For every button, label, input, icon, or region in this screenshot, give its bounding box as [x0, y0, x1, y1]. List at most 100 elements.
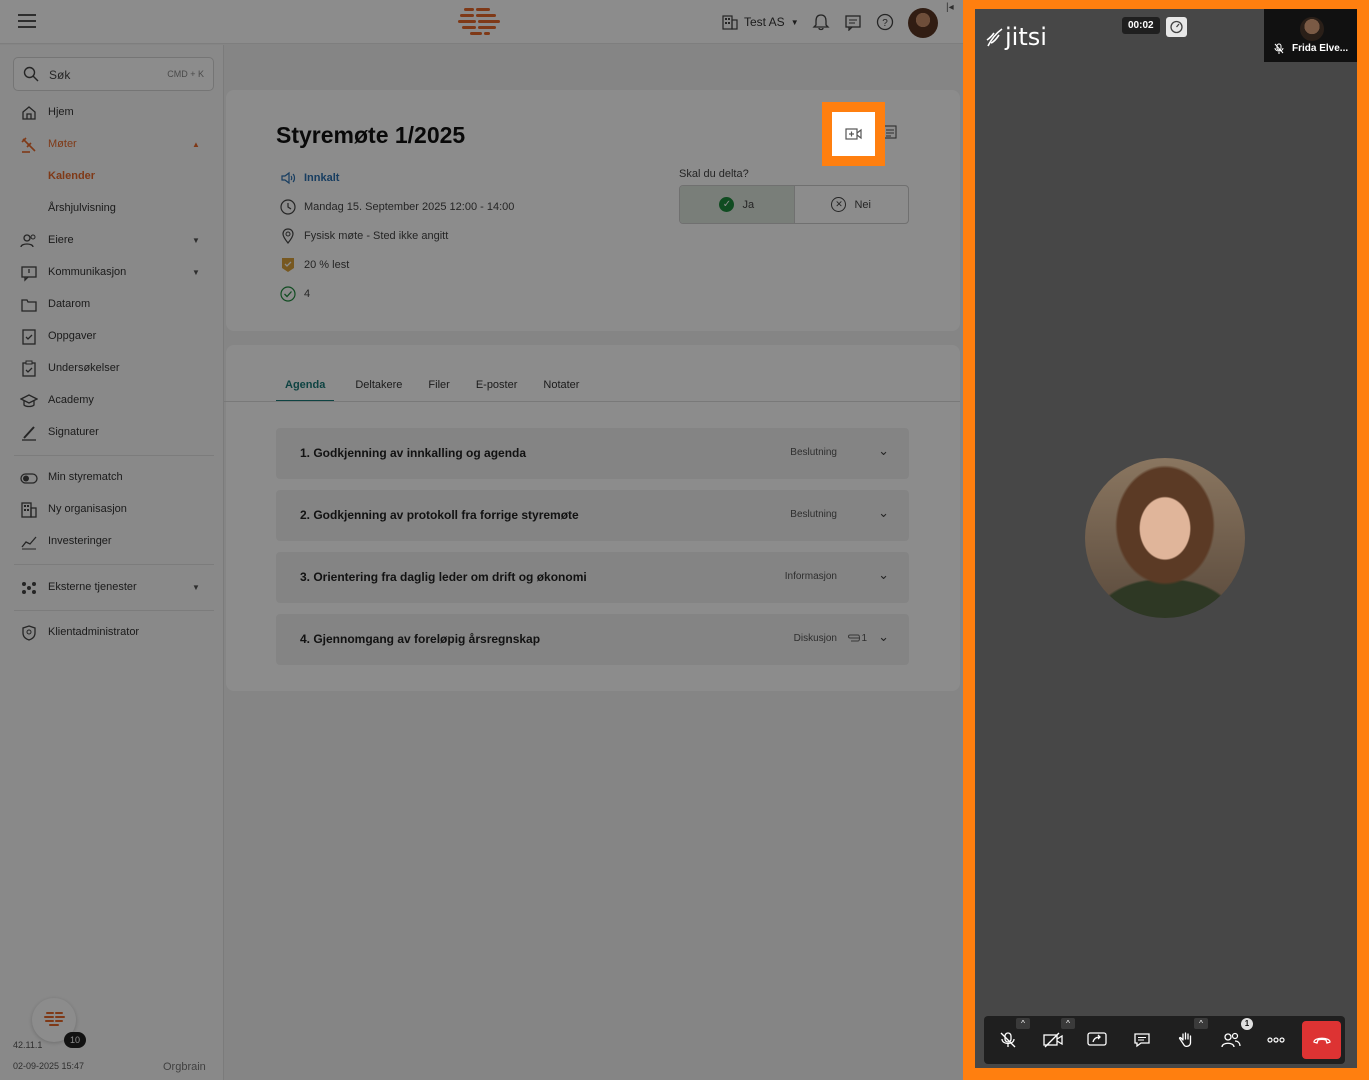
- org-switcher[interactable]: Test AS ▼: [722, 14, 799, 30]
- user-avatar[interactable]: [908, 8, 938, 38]
- start-video-button[interactable]: [832, 112, 875, 156]
- sidebar-item-arshjulvisning[interactable]: Årshjulvisning: [0, 196, 224, 222]
- orgbrain-app: Test AS ▼ ? |◂ Søk CMD + K Hjem Møter ▲ …: [0, 0, 963, 1080]
- tab-deltakere[interactable]: Deltakere: [346, 376, 411, 402]
- reactions-caret[interactable]: ^: [1194, 1018, 1208, 1029]
- agenda-item-title: 1. Godkjenning av innkalling og agenda: [300, 446, 527, 460]
- academy-icon: [20, 394, 38, 408]
- sidebar-item-eksterne-tjenester[interactable]: Eksterne tjenester ▼: [0, 575, 224, 601]
- sidebar-item-min-styrematch[interactable]: Min styrematch: [0, 465, 224, 491]
- sidebar-item-label: Oppgaver: [48, 330, 97, 342]
- sidebar-item-label: Eiere: [48, 234, 74, 246]
- status-text[interactable]: Innkalt: [304, 172, 339, 184]
- more-options-button[interactable]: [1262, 1026, 1290, 1054]
- hangup-button[interactable]: [1302, 1021, 1341, 1059]
- rsvp-yes-label: Ja: [742, 198, 755, 211]
- sidebar-item-label: Datarom: [48, 298, 91, 310]
- sidebar-item-label: Min styrematch: [48, 471, 123, 483]
- build-date: 02-09-2025 15:47: [13, 1061, 85, 1071]
- attachment-count-value: 1: [861, 633, 867, 644]
- chat-icon: [1134, 1033, 1150, 1048]
- agenda-item-title: 2. Godkjenning av protokoll fra forrige …: [300, 508, 579, 522]
- camera-button[interactable]: [1039, 1026, 1067, 1054]
- sidebar-item-label: Investeringer: [48, 535, 112, 547]
- jitsi-logo-mark: [986, 28, 1003, 47]
- sidebar-item-eiere[interactable]: Eiere ▼: [0, 228, 224, 254]
- search-input[interactable]: Søk CMD + K: [13, 57, 214, 91]
- chevron-down-icon[interactable]: ⌄: [878, 629, 889, 645]
- video-meeting-highlight: [822, 102, 885, 166]
- participants-button[interactable]: [1217, 1026, 1245, 1054]
- notification-badge: 10: [64, 1032, 86, 1048]
- search-icon: [23, 66, 39, 82]
- sidebar-item-ny-organisasjon[interactable]: Ny organisasjon: [0, 497, 224, 523]
- sidebar-item-label: Kommunikasjon: [48, 266, 127, 278]
- sidebar-item-label: Undersøkelser: [48, 362, 120, 374]
- chevron-down-icon: ▼: [192, 268, 200, 277]
- search-label: Søk: [49, 68, 71, 82]
- collapse-panel-button[interactable]: |◂: [946, 2, 962, 18]
- chat-icon[interactable]: [844, 13, 862, 31]
- chevron-down-icon: ▼: [192, 236, 200, 245]
- chevron-down-icon[interactable]: ⌄: [878, 443, 889, 459]
- bell-icon[interactable]: [812, 13, 830, 31]
- rsvp-no-button[interactable]: ✕ Nei: [795, 186, 909, 223]
- sidebar-item-investeringer[interactable]: Investeringer: [0, 529, 224, 555]
- chevron-down-icon[interactable]: ⌄: [878, 567, 889, 583]
- sidebar-item-kalender[interactable]: Kalender: [0, 164, 224, 190]
- sidebar-item-datarom[interactable]: Datarom: [0, 292, 224, 318]
- connection-indicator[interactable]: [1166, 17, 1187, 37]
- mute-button[interactable]: [994, 1026, 1022, 1054]
- tab-notater[interactable]: Notater: [534, 376, 588, 402]
- sidebar-item-academy[interactable]: Academy: [0, 388, 224, 414]
- chat-button[interactable]: [1128, 1026, 1156, 1054]
- sidebar-item-undersokelser[interactable]: Undersøkelser: [0, 356, 224, 382]
- read-text: 20 % lest: [304, 259, 350, 271]
- sidebar-item-hjem[interactable]: Hjem: [0, 100, 224, 126]
- participant-thumbnail[interactable]: Frida Elve...: [1264, 9, 1357, 62]
- screen-share-button[interactable]: [1083, 1026, 1111, 1054]
- sidebar-item-label: Ny organisasjon: [48, 503, 127, 515]
- camera-options-caret[interactable]: ^: [1061, 1018, 1075, 1029]
- agenda-item-kind: Beslutning: [790, 509, 837, 520]
- mic-options-caret[interactable]: ^: [1016, 1018, 1030, 1029]
- close-icon: ✕: [831, 197, 847, 212]
- participant-avatar: [1085, 458, 1245, 618]
- building-icon: [21, 502, 37, 518]
- screen-share-icon: [1087, 1032, 1107, 1046]
- menu-icon[interactable]: [18, 14, 36, 30]
- chevron-down-icon[interactable]: ⌄: [878, 505, 889, 521]
- sidebar-item-label: Eksterne tjenester: [48, 581, 137, 593]
- more-icon: [1267, 1037, 1285, 1043]
- sidebar-item-kommunikasjon[interactable]: Kommunikasjon ▼: [0, 260, 224, 286]
- agenda-item-kind: Beslutning: [790, 447, 837, 458]
- divider: [14, 564, 214, 565]
- tab-agenda[interactable]: Agenda: [276, 376, 335, 402]
- sidebar-item-label: Signaturer: [48, 426, 99, 438]
- sidebar-item-signaturer[interactable]: Signaturer: [0, 420, 224, 446]
- rsvp-yes-button[interactable]: ✓ Ja: [680, 186, 795, 223]
- sidebar-item-moter[interactable]: Møter ▲: [0, 132, 224, 158]
- raise-hand-button[interactable]: [1172, 1026, 1200, 1054]
- check-circle-icon: [280, 286, 296, 302]
- chevron-down-icon: ▼: [192, 583, 200, 592]
- tab-e-poster[interactable]: E-poster: [467, 376, 527, 402]
- sidebar-item-label: Kalender: [48, 170, 96, 182]
- signature-icon: [22, 426, 36, 441]
- agenda-item[interactable]: 3. Orientering fra daglig leder om drift…: [276, 552, 909, 603]
- chevron-down-icon: ▼: [790, 17, 799, 27]
- help-icon[interactable]: ?: [876, 13, 894, 31]
- tab-filer[interactable]: Filer: [419, 376, 458, 402]
- rsvp-toggle: ✓ Ja ✕ Nei: [679, 185, 909, 224]
- agenda-item[interactable]: 4. Gjennomgang av foreløpig årsregnskap …: [276, 614, 909, 665]
- sidebar-item-klientadministrator[interactable]: Klientadministrator: [0, 620, 224, 646]
- approvals-count: 4: [304, 288, 311, 300]
- agenda-item[interactable]: 1. Godkjenning av innkalling og agenda B…: [276, 428, 909, 479]
- gavel-icon: [21, 137, 36, 153]
- agenda-item[interactable]: 2. Godkjenning av protokoll fra forrige …: [276, 490, 909, 541]
- orgbrain-logo: [458, 8, 500, 35]
- divider: [224, 401, 960, 402]
- sidebar-item-oppgaver[interactable]: Oppgaver: [0, 324, 224, 350]
- sidebar-item-label: Klientadministrator: [48, 626, 140, 638]
- notes-icon[interactable]: [883, 125, 897, 139]
